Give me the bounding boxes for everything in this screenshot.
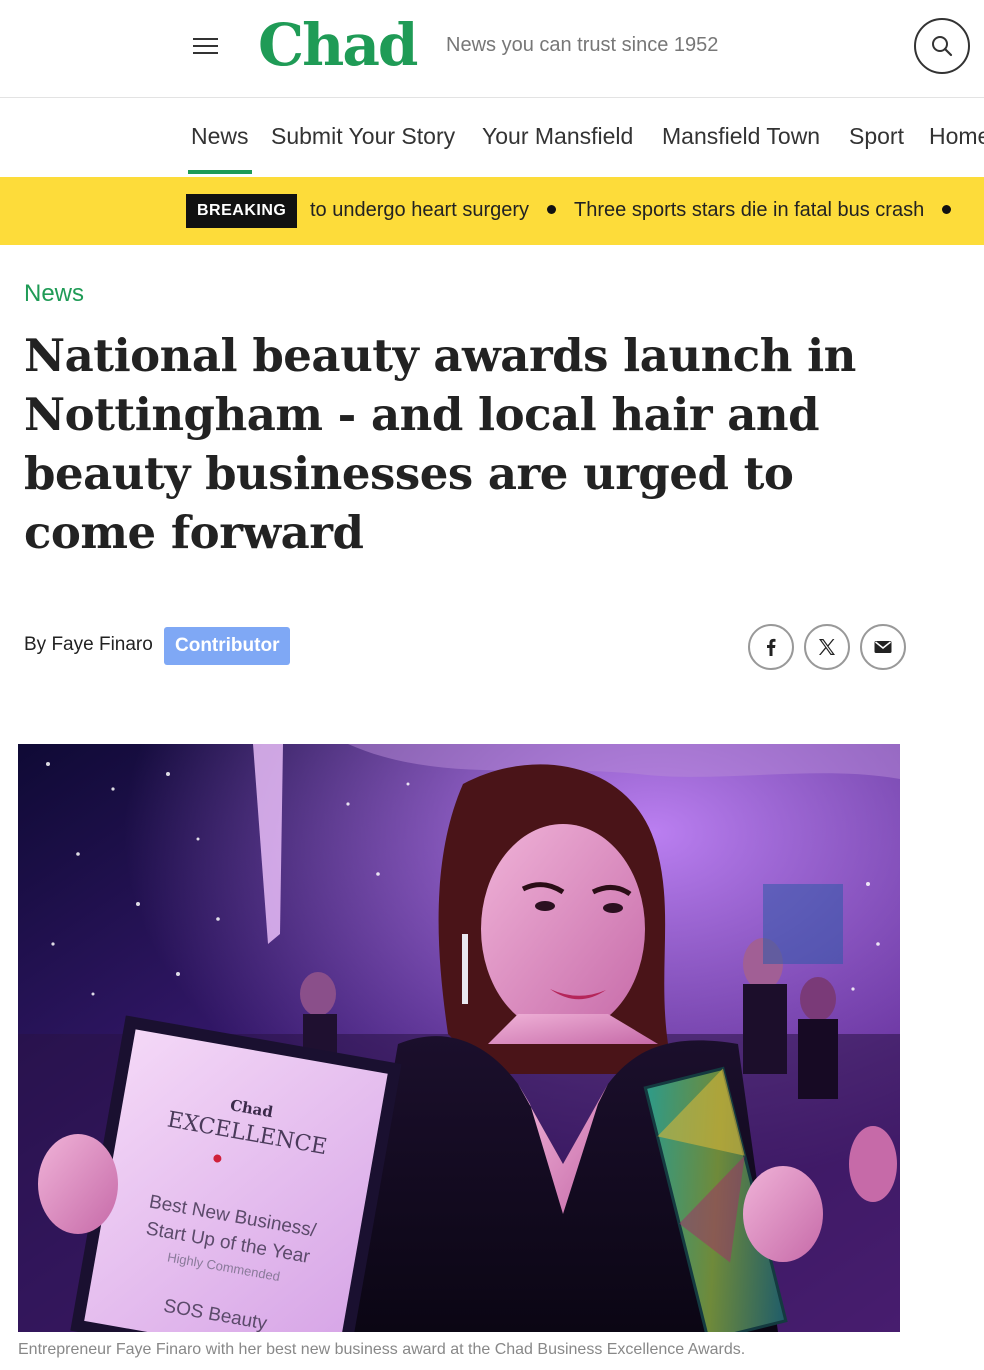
byline: By Faye Finaro: [24, 634, 153, 656]
nav-item-mansfield-town[interactable]: Mansfield Town: [662, 123, 820, 150]
site-logo[interactable]: Chad: [258, 10, 418, 80]
nav-item-submit-your-story[interactable]: Submit Your Story: [271, 123, 455, 150]
email-icon: [874, 641, 892, 653]
x-icon: [819, 639, 835, 655]
nav-item-home[interactable]: Home: [929, 123, 984, 150]
ticker-item[interactable]: to undergo heart surgery: [310, 199, 529, 221]
section-label[interactable]: News: [24, 280, 84, 308]
search-button[interactable]: [914, 18, 970, 74]
contributor-badge: Contributor: [164, 627, 291, 665]
image-caption: Entrepreneur Faye Finaro with her best n…: [18, 1341, 746, 1358]
nav-item-your-mansfield[interactable]: Your Mansfield: [482, 123, 633, 150]
site-tagline: News you can trust since 1952: [446, 34, 719, 56]
award-photo-illustration: Chad EXCELLENCE Best New Business/ Start…: [18, 744, 900, 1332]
ticker-separator-icon: [547, 205, 557, 215]
share-x-button[interactable]: [804, 624, 850, 670]
share-facebook-button[interactable]: [748, 624, 794, 670]
hamburger-menu-icon[interactable]: [192, 36, 220, 56]
author-name[interactable]: Faye Finaro: [51, 634, 152, 655]
facebook-icon: [767, 638, 776, 656]
breaking-news-bar: BREAKING to undergo heart surgery Three s…: [0, 177, 984, 245]
nav-active-indicator: [188, 170, 252, 174]
ticker-item[interactable]: Three sports stars die in fatal bus cras…: [574, 199, 924, 221]
search-icon: [932, 36, 953, 57]
share-email-button[interactable]: [860, 624, 906, 670]
byline-prefix: By: [24, 634, 52, 655]
main-nav: News Submit Your Story Your Mansfield Ma…: [0, 99, 984, 177]
ticker-separator-icon: [942, 205, 952, 215]
breaking-ticker: to undergo heart surgery Three sports sta…: [310, 199, 969, 222]
article-headline: National beauty awards launch in Notting…: [24, 329, 856, 559]
site-header: Chad News you can trust since 1952: [0, 0, 984, 98]
nav-item-news[interactable]: News: [191, 123, 249, 150]
nav-item-sport[interactable]: Sport: [849, 123, 904, 150]
breaking-badge: BREAKING: [186, 194, 298, 228]
article-hero-image: Chad EXCELLENCE Best New Business/ Start…: [18, 744, 900, 1332]
